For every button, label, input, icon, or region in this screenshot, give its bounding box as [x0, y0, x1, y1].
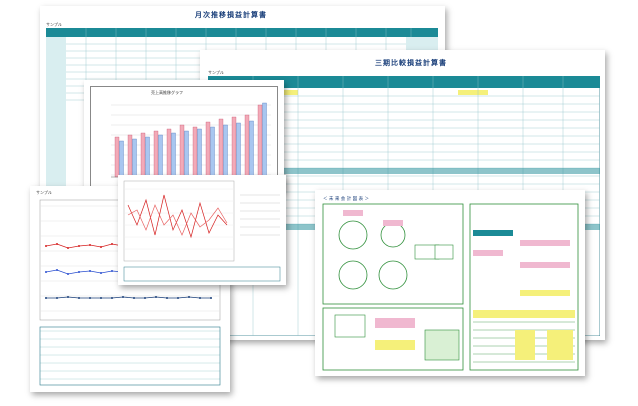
- plan-title: ＜ 未 来 会 計 図 表 ＞: [323, 197, 370, 202]
- bar-chart-plot: [111, 102, 273, 178]
- bar-mark: [223, 124, 228, 178]
- line-point: [56, 297, 58, 299]
- bar-mark: [114, 136, 120, 178]
- line-point: [78, 245, 80, 247]
- bar-chart-frame: 売上高推移グラフ: [90, 86, 278, 187]
- bar-mark: [127, 134, 133, 178]
- line-point: [122, 296, 124, 298]
- bar-mark: [179, 124, 185, 178]
- line-point: [56, 243, 58, 245]
- line-point: [100, 246, 102, 248]
- bar-mark: [145, 136, 150, 178]
- line-point: [100, 272, 102, 274]
- line-point: [100, 297, 102, 299]
- plan-sheet: ＜ 未 来 会 計 図 表 ＞: [315, 190, 585, 376]
- compare-pl-title: 三期比較損益計算書: [375, 59, 447, 67]
- line-point: [155, 296, 157, 298]
- red-line-plot: [123, 180, 281, 282]
- line-point: [177, 297, 179, 299]
- line-point: [67, 247, 69, 249]
- line-point: [111, 297, 113, 299]
- red-table: [123, 266, 281, 282]
- bar-mark: [158, 134, 163, 178]
- plan-diagram: [322, 203, 579, 371]
- line-point: [111, 243, 113, 245]
- bar-mark: [236, 122, 241, 178]
- red-line-sheet: [118, 175, 286, 285]
- line-point: [166, 297, 168, 299]
- bar-chart-title: 売上高推移グラフ: [151, 90, 183, 95]
- line-point: [56, 269, 58, 271]
- line-point: [45, 297, 47, 299]
- line-point: [89, 297, 91, 299]
- line-point: [188, 296, 190, 298]
- line-point: [89, 244, 91, 246]
- line-point: [210, 297, 212, 299]
- line-point: [78, 297, 80, 299]
- line-chart-label: サンプル: [36, 190, 52, 195]
- line-point: [45, 271, 47, 273]
- line-point: [199, 297, 201, 299]
- line-point: [78, 271, 80, 273]
- bar-mark: [132, 138, 137, 178]
- bar-mark: [166, 128, 172, 178]
- line-point: [67, 273, 69, 275]
- bar-mark: [197, 128, 202, 178]
- bar-mark: [262, 102, 267, 178]
- bar-mark: [184, 130, 189, 178]
- monthly-pl-title: 月次推移損益計算書: [195, 11, 267, 19]
- bar-mark: [218, 118, 224, 178]
- bar-mark: [257, 104, 263, 178]
- line-point: [144, 297, 146, 299]
- bar-mark: [210, 126, 215, 178]
- line-series: [46, 296, 211, 299]
- bar-mark: [171, 132, 176, 178]
- bar-mark: [140, 132, 146, 178]
- bar-mark: [205, 121, 211, 178]
- bar-mark: [192, 126, 198, 178]
- line-point: [67, 296, 69, 298]
- line-table-frame: [39, 326, 221, 386]
- bar-mark: [119, 140, 124, 178]
- line-point: [89, 270, 91, 272]
- line-point: [111, 270, 113, 272]
- bar-mark: [153, 130, 159, 178]
- bar-mark: [231, 116, 237, 178]
- bar-mark: [249, 120, 254, 178]
- line-point: [133, 297, 135, 299]
- line-point: [45, 245, 47, 247]
- bar-mark: [244, 114, 250, 178]
